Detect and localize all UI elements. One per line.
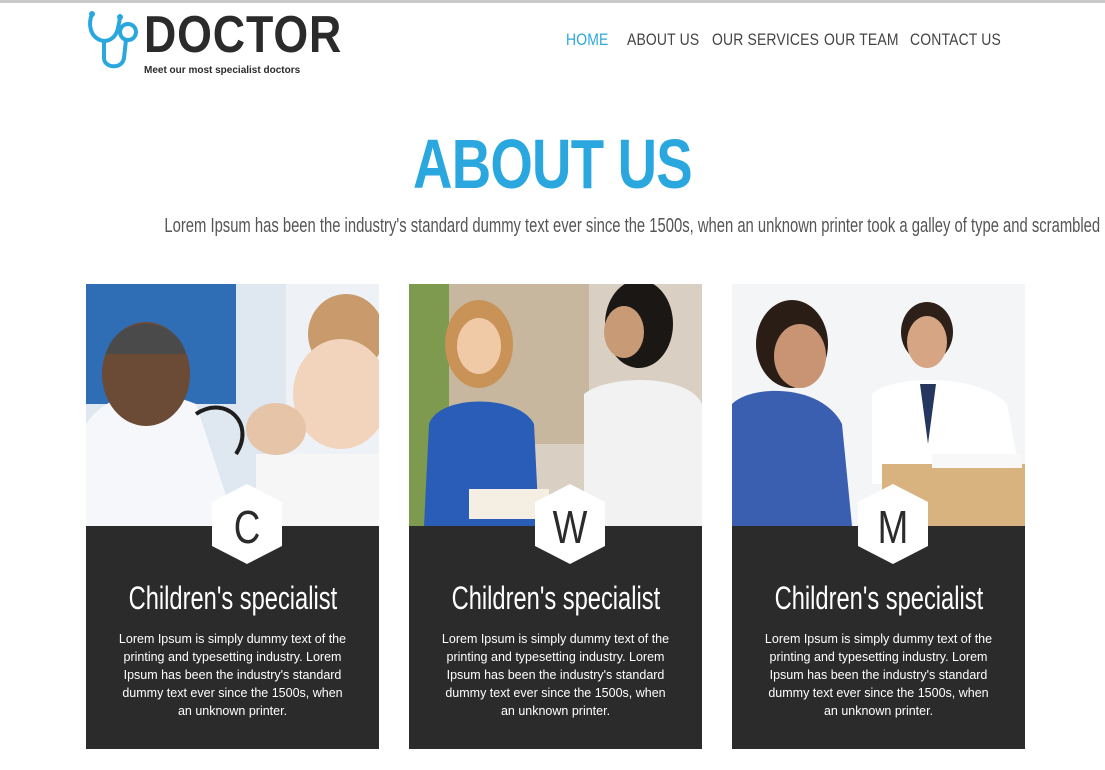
card-title: Children's specialist xyxy=(409,580,702,617)
top-border xyxy=(0,0,1105,3)
card-description: Lorem Ipsum is simply dummy text of the … xyxy=(441,632,670,718)
card-description: Lorem Ipsum is simply dummy text of the … xyxy=(118,632,347,718)
card-hexagon-badge xyxy=(535,484,605,564)
brand-tagline: Meet our most specialist doctors xyxy=(144,65,301,76)
specialist-card[interactable]: C Children's specialist Lorem Ipsum is s… xyxy=(86,284,379,749)
about-title: ABOUT US xyxy=(413,125,693,203)
card-description: Lorem Ipsum is simply dummy text of the … xyxy=(764,632,993,718)
nav-about-us[interactable]: ABOUT US xyxy=(627,30,699,50)
card-title-text: Children's specialist xyxy=(451,580,660,616)
nav-home[interactable]: HOME xyxy=(566,30,608,50)
specialist-card[interactable]: W Children's specialist Lorem Ipsum is s… xyxy=(409,284,702,749)
card-title: Children's specialist xyxy=(86,580,379,617)
stethoscope-icon xyxy=(88,11,138,69)
nav-contact-us[interactable]: CONTACT US xyxy=(910,30,1001,50)
card-hexagon-badge xyxy=(858,484,928,564)
brand-name: DOCTOR xyxy=(144,6,343,64)
card-title: Children's specialist xyxy=(732,580,1025,617)
specialist-card[interactable]: M Children's specialist Lorem Ipsum is s… xyxy=(732,284,1025,749)
site-logo[interactable]: DOCTOR Meet our most specialist doctors xyxy=(86,8,341,78)
card-title-text: Children's specialist xyxy=(774,580,983,616)
card-hexagon-badge xyxy=(212,484,282,564)
about-description: Lorem Ipsum has been the industry's stan… xyxy=(0,215,1105,238)
nav-our-services[interactable]: OUR SERVICES xyxy=(712,30,819,50)
nav-our-team[interactable]: OUR TEAM xyxy=(824,30,899,50)
about-description-text: Lorem Ipsum has been the industry's stan… xyxy=(164,215,1101,237)
card-title-text: Children's specialist xyxy=(128,580,337,616)
